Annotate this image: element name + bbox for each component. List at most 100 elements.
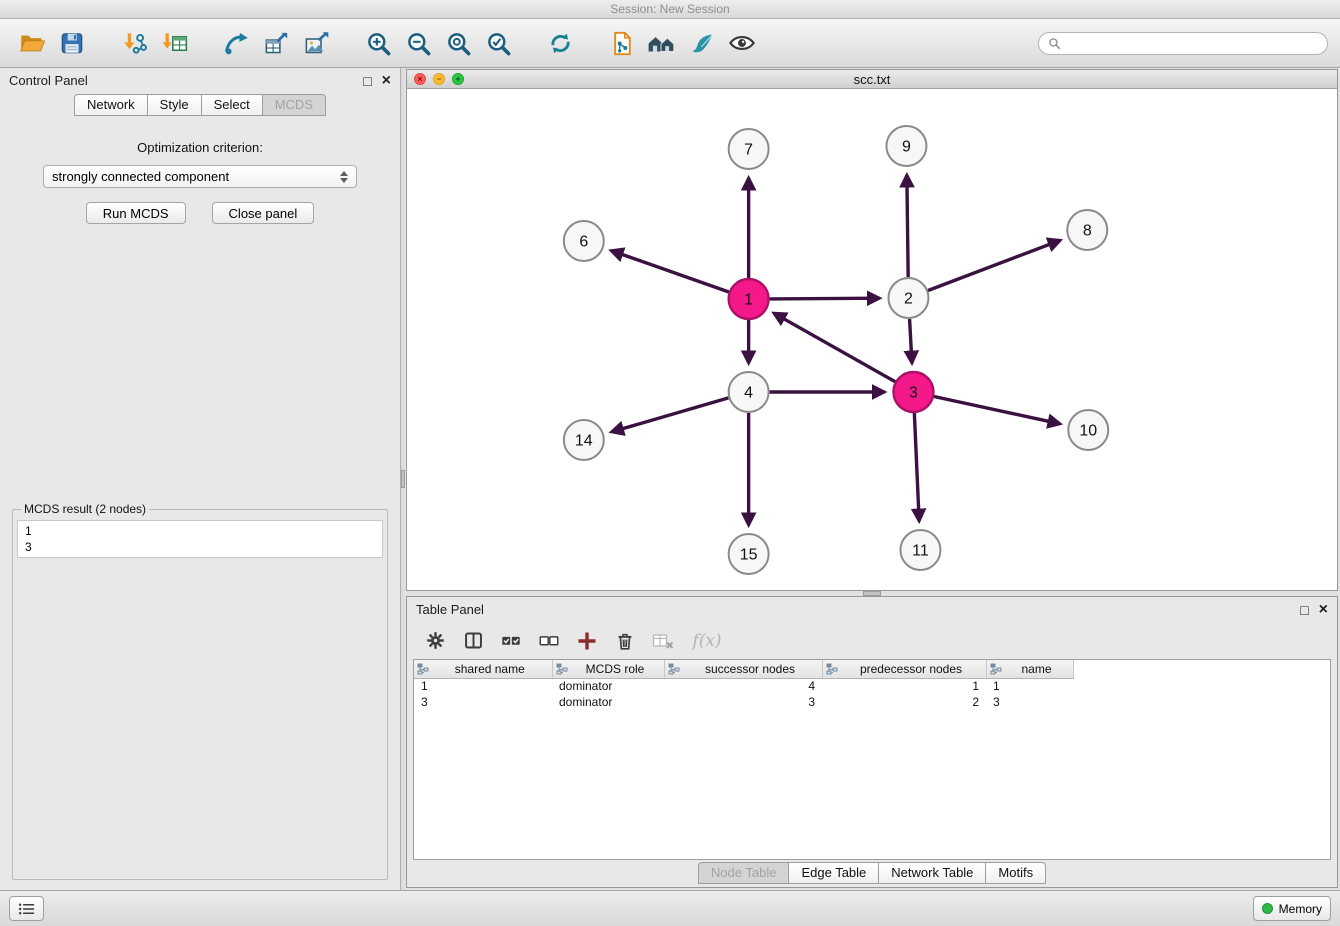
svg-text:7: 7: [744, 142, 753, 159]
graph-node-1[interactable]: 1: [729, 279, 769, 319]
svg-text:9: 9: [902, 139, 911, 156]
tab-select[interactable]: Select: [201, 94, 263, 116]
tab-mcds[interactable]: MCDS: [262, 94, 326, 116]
eye-icon: [728, 29, 756, 57]
export-table-button[interactable]: [256, 23, 296, 63]
add-column-button[interactable]: [571, 626, 603, 656]
window-titlebar[interactable]: Session: New Session: [0, 0, 1340, 19]
table-settings-button[interactable]: [419, 626, 451, 656]
table-panel-header: Table Panel □ ×: [407, 597, 1337, 622]
task-history-button[interactable]: [9, 896, 44, 921]
zoom-in-button[interactable]: [358, 23, 398, 63]
graph-edge-2-9[interactable]: [907, 175, 908, 277]
export-image-icon: [303, 30, 330, 57]
menu-list-icon: [18, 902, 35, 916]
table-tab-node-table[interactable]: Node Table: [698, 862, 790, 884]
horizontal-splitter[interactable]: [406, 591, 1338, 596]
network-file-button[interactable]: [602, 23, 642, 63]
splitter-handle[interactable]: [401, 470, 405, 488]
close-panel-button[interactable]: Close panel: [212, 202, 315, 224]
zoom-out-button[interactable]: [398, 23, 438, 63]
show-columns-button[interactable]: [457, 626, 489, 656]
graph-edge-3-11[interactable]: [914, 413, 919, 521]
save-session-button[interactable]: [52, 23, 92, 63]
tab-network[interactable]: Network: [74, 94, 148, 116]
table-tab-network-table[interactable]: Network Table: [878, 862, 986, 884]
search-input[interactable]: [1067, 36, 1318, 50]
select-all-button[interactable]: [495, 626, 527, 656]
zoom-window-button[interactable]: +: [452, 73, 464, 85]
table-tab-motifs[interactable]: Motifs: [985, 862, 1046, 884]
close-window-button[interactable]: ×: [414, 73, 426, 85]
memory-button[interactable]: Memory: [1253, 896, 1331, 921]
minimize-window-button[interactable]: −: [433, 73, 445, 85]
vertical-splitter[interactable]: [400, 68, 404, 890]
tab-style[interactable]: Style: [147, 94, 202, 116]
graph-edge-1-2[interactable]: [770, 298, 880, 299]
graph-node-7[interactable]: 7: [729, 129, 769, 169]
close-panel-icon[interactable]: ×: [382, 74, 391, 88]
zoom-out-icon: [405, 30, 432, 57]
import-network-button[interactable]: [114, 23, 154, 63]
network-window-titlebar[interactable]: × − + scc.txt: [407, 70, 1337, 89]
graph-node-15[interactable]: 15: [729, 534, 769, 574]
mcds-result-list[interactable]: 13: [17, 520, 383, 558]
dropdown-stepper-icon: [340, 171, 348, 183]
table-panel-tabs: Node TableEdge TableNetwork TableMotifs: [407, 860, 1337, 887]
open-session-button[interactable]: [12, 23, 52, 63]
share-network-button[interactable]: [216, 23, 256, 63]
zoom-selected-button[interactable]: [478, 23, 518, 63]
graph-node-6[interactable]: 6: [564, 221, 604, 261]
delete-column-button[interactable]: [609, 626, 641, 656]
graph-edge-1-6[interactable]: [611, 251, 729, 292]
graph-node-3[interactable]: 3: [893, 372, 933, 412]
float-panel-icon[interactable]: □: [363, 74, 371, 88]
run-mcds-button[interactable]: Run MCDS: [86, 202, 186, 224]
graph-edge-3-1[interactable]: [774, 313, 895, 382]
graph-node-14[interactable]: 14: [564, 420, 604, 460]
graph-node-10[interactable]: 10: [1068, 410, 1108, 450]
graph-edge-2-8[interactable]: [928, 240, 1060, 290]
float-panel-icon[interactable]: □: [1300, 603, 1308, 617]
column-header-name[interactable]: name: [986, 660, 1073, 678]
table-row[interactable]: 3dominator323: [414, 694, 1073, 710]
optimization-dropdown[interactable]: strongly connected component: [43, 165, 357, 188]
graph-node-11[interactable]: 11: [900, 530, 940, 570]
table-row[interactable]: 1dominator411: [414, 678, 1073, 694]
table-cell: 1: [414, 678, 552, 694]
search-field[interactable]: [1038, 32, 1328, 55]
network-canvas[interactable]: 7 9 6 8 1 2 4 3 14 10 15 11: [407, 89, 1337, 590]
style-brush-icon: [689, 30, 716, 57]
refresh-view-button[interactable]: [540, 23, 580, 63]
graph-node-2[interactable]: 2: [888, 278, 928, 318]
function-builder-button[interactable]: f(x): [685, 626, 729, 656]
graph-node-9[interactable]: 9: [886, 126, 926, 166]
column-header-predecessor-nodes[interactable]: predecessor nodes: [822, 660, 986, 678]
graph-node-8[interactable]: 8: [1067, 210, 1107, 250]
table-tab-edge-table[interactable]: Edge Table: [788, 862, 879, 884]
column-header-successor-nodes[interactable]: successor nodes: [664, 660, 822, 678]
deselect-all-button[interactable]: [533, 626, 565, 656]
graph-edge-3-10[interactable]: [934, 397, 1060, 424]
delete-table-button[interactable]: [647, 626, 679, 656]
table-cell: 4: [664, 678, 822, 694]
import-table-button[interactable]: [154, 23, 194, 63]
toggle-view-button[interactable]: [722, 23, 762, 63]
export-image-button[interactable]: [296, 23, 336, 63]
graph-edge-4-14[interactable]: [612, 398, 729, 432]
close-panel-icon[interactable]: ×: [1319, 603, 1328, 617]
graph-node-4[interactable]: 4: [729, 372, 769, 412]
splitter-handle[interactable]: [863, 591, 881, 596]
graph-edge-2-3[interactable]: [910, 319, 912, 363]
table-toolbar: f(x): [407, 622, 1337, 659]
zoom-selected-icon: [485, 30, 512, 57]
refresh-icon: [547, 30, 574, 57]
column-header-mcds-role[interactable]: MCDS role: [552, 660, 664, 678]
houses-icon: [647, 30, 677, 57]
network-window-title: scc.txt: [407, 72, 1337, 87]
zoom-fit-button[interactable]: [438, 23, 478, 63]
table-cell: 2: [822, 694, 986, 710]
apply-style-button[interactable]: [682, 23, 722, 63]
home-overview-button[interactable]: [642, 23, 682, 63]
column-header-shared-name[interactable]: shared name: [414, 660, 552, 678]
